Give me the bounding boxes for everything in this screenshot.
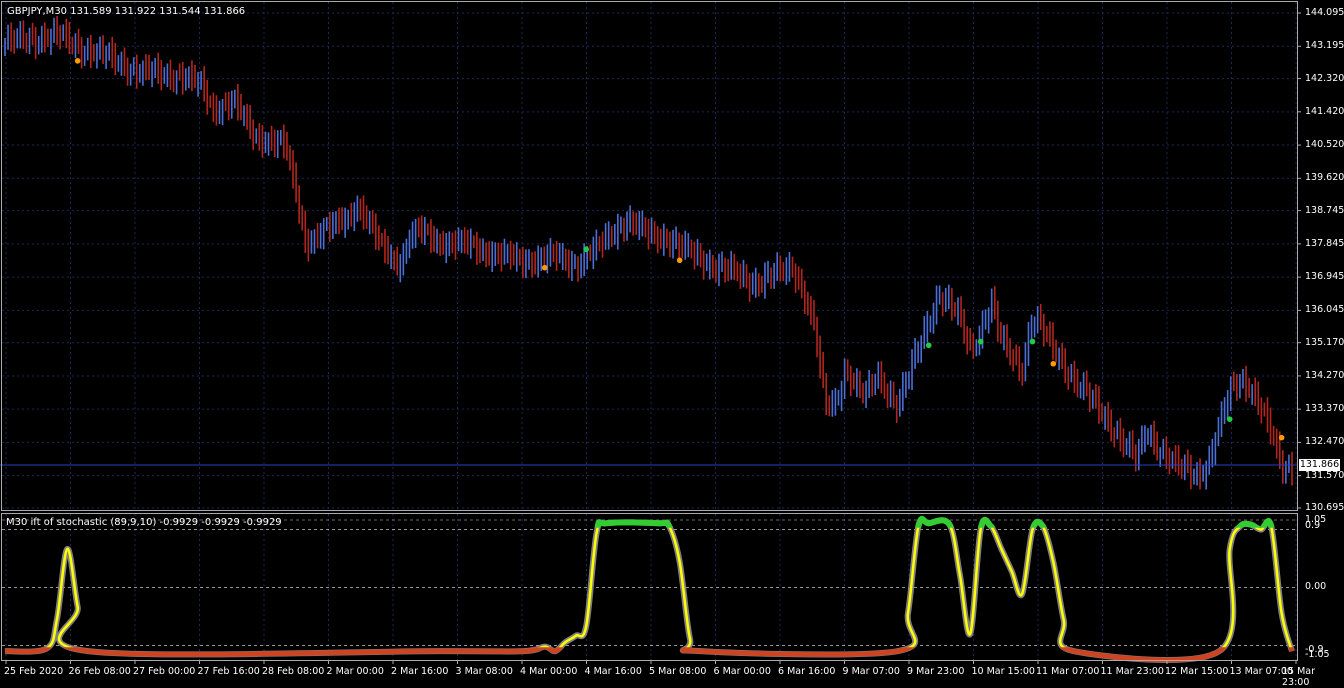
time-axis-label: 9 Mar 07:00 — [842, 666, 900, 677]
chart-header: GBPJPY,M30 131.589 131.922 131.544 131.8… — [7, 6, 246, 17]
time-axis-label: 11 Mar 23:00 — [1100, 666, 1164, 677]
time-axis-label: 26 Feb 08:00 — [68, 666, 131, 677]
price-axis-label: 130.695 — [1305, 502, 1344, 513]
buy-signal-dot — [583, 246, 590, 253]
price-axis-label: 142.320 — [1305, 72, 1344, 84]
time-axis-label: 27 Feb 00:00 — [133, 666, 196, 677]
time-axis-label: 6 Mar 00:00 — [713, 666, 771, 677]
sell-signal-dot — [1050, 360, 1057, 367]
indicator-axis-label: -1.05 — [1305, 649, 1330, 660]
time-axis-label: 25 Feb 2020 — [4, 666, 64, 677]
price-axis-label: 136.045 — [1305, 304, 1344, 316]
time-axis-label: 2 Mar 00:00 — [326, 666, 384, 677]
chart-background — [0, 0, 1344, 682]
price-axis-label: 138.745 — [1305, 204, 1344, 216]
sell-signal-dot — [676, 257, 683, 264]
time-axis-label: 15 Mar 23:00 — [1282, 666, 1316, 688]
time-axis-label: 4 Mar 00:00 — [520, 666, 578, 677]
buy-signal-dot — [1029, 338, 1036, 345]
indicator-header: M30 ift of stochastic (89,9,10) -0.9929 … — [6, 517, 282, 528]
time-axis-label: 28 Feb 08:00 — [262, 666, 325, 677]
time-axis-label: 27 Feb 16:00 — [197, 666, 260, 677]
time-axis-label: 12 Mar 15:00 — [1165, 666, 1229, 677]
buy-signal-dot — [925, 342, 932, 349]
price-axis-label: 131.570 — [1305, 469, 1344, 481]
trading-chart[interactable] — [0, 0, 1344, 682]
price-axis-label: 132.470 — [1305, 436, 1344, 448]
buy-signal-dot — [1226, 416, 1233, 422]
time-axis-label: 4 Mar 16:00 — [584, 666, 642, 677]
time-axis-label: 9 Mar 23:00 — [907, 666, 965, 677]
time-axis-label: 5 Mar 08:00 — [649, 666, 707, 677]
price-axis-label: 133.370 — [1305, 403, 1344, 415]
time-axis-label: 11 Mar 07:00 — [1036, 666, 1100, 677]
price-axis-label: 143.195 — [1305, 40, 1344, 52]
price-axis-label: 139.620 — [1305, 172, 1344, 184]
price-axis-label: 140.520 — [1305, 139, 1344, 151]
price-axis-label: 136.945 — [1305, 271, 1344, 283]
time-axis-label: 2 Mar 16:00 — [391, 666, 449, 677]
price-axis-label: 134.270 — [1305, 369, 1344, 381]
indicator-axis-label: 0.00 — [1305, 581, 1327, 592]
sell-signal-dot — [541, 264, 548, 271]
sell-signal-dot — [74, 58, 81, 64]
price-axis-label: 141.420 — [1305, 105, 1344, 117]
price-axis-label: 137.845 — [1305, 237, 1344, 249]
indicator-axis-label: 0.9 — [1305, 520, 1321, 531]
price-axis-label: 135.170 — [1305, 336, 1344, 348]
price-axis-label: 144.095 — [1305, 7, 1344, 18]
time-axis-label: 3 Mar 08:00 — [455, 666, 513, 677]
buy-signal-dot — [977, 338, 984, 345]
sell-signal-dot — [1278, 434, 1285, 441]
time-axis-label: 10 Mar 15:00 — [971, 666, 1035, 677]
time-axis-label: 6 Mar 16:00 — [778, 666, 836, 677]
